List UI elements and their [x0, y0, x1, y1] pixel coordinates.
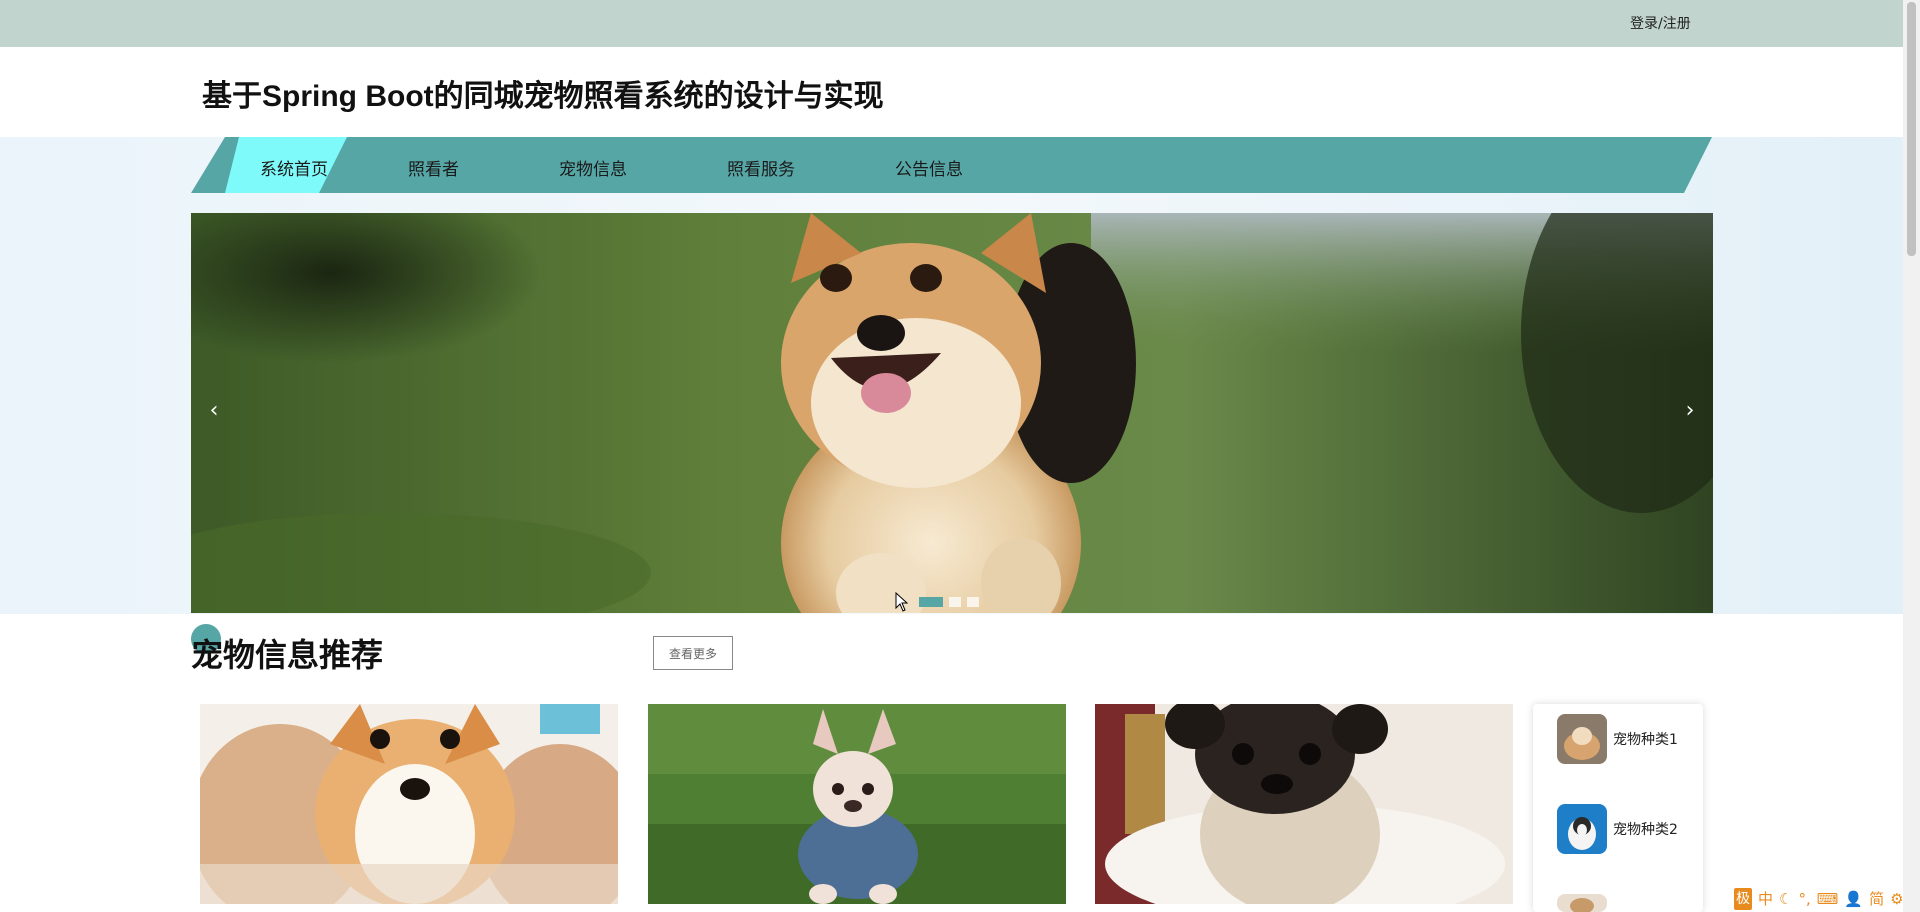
keyboard-icon[interactable]: ⌨	[1817, 888, 1839, 910]
category-3-thumbnail	[1557, 894, 1607, 912]
mouse-cursor-icon	[895, 592, 909, 612]
category-item-2[interactable]: 宠物种类2	[1557, 804, 1678, 854]
pet-card-2[interactable]	[648, 704, 1066, 904]
pet-card-1[interactable]	[200, 704, 618, 904]
top-utility-bar: 登录/注册	[0, 0, 1903, 47]
nav-item-caretakers[interactable]: 照看者	[408, 155, 459, 180]
category-1-thumbnail	[1557, 714, 1607, 764]
pet-category-panel: 宠物种类1 宠物种类2	[1533, 704, 1703, 912]
banner-dog-photo	[191, 213, 1713, 613]
view-more-button[interactable]: 查看更多	[653, 636, 733, 670]
category-1-label: 宠物种类1	[1613, 732, 1678, 748]
site-header: 基于Spring Boot的同城宠物照看系统的设计与实现	[0, 47, 1903, 137]
slider-dot-3[interactable]	[967, 597, 979, 607]
category-2-thumbnail	[1557, 804, 1607, 854]
pug-puppy-photo	[1095, 704, 1513, 904]
login-register-link[interactable]: 登录/注册	[1630, 13, 1691, 33]
punctuation-icon[interactable]: °,	[1798, 888, 1810, 910]
corgi-puppy-photo	[200, 704, 618, 904]
slider-dot-2[interactable]	[949, 597, 961, 607]
ime-language-toggle[interactable]: 中	[1758, 888, 1773, 910]
main-nav: 系统首页 照看者 宠物信息 照看服务 公告信息	[191, 137, 1712, 193]
ime-logo-icon[interactable]: 极	[1734, 888, 1752, 910]
nav-item-pet-info[interactable]: 宠物信息	[559, 155, 627, 180]
ime-toolbar: 极 中 ☾ °, ⌨ 👤 简 ⚙	[1734, 888, 1904, 910]
site-title: 基于Spring Boot的同城宠物照看系统的设计与实现	[202, 80, 884, 113]
slider-next-arrow[interactable]: ›	[1678, 398, 1702, 423]
french-bulldog-photo	[648, 704, 1066, 904]
slider-dot-1[interactable]	[919, 597, 943, 607]
section-title: 宠物信息推荐	[191, 636, 384, 674]
moon-icon[interactable]: ☾	[1779, 888, 1792, 910]
banner-slider[interactable]: ‹ ›	[191, 213, 1713, 613]
ime-mode-toggle[interactable]: 简	[1869, 888, 1884, 910]
page-scrollbar[interactable]	[1903, 0, 1920, 912]
slider-prev-arrow[interactable]: ‹	[202, 398, 226, 423]
category-item-3[interactable]	[1557, 894, 1613, 912]
category-item-1[interactable]: 宠物种类1	[1557, 714, 1678, 764]
scrollbar-thumb[interactable]	[1907, 2, 1916, 256]
user-icon[interactable]: 👤	[1844, 888, 1863, 910]
pet-card-3[interactable]	[1095, 704, 1513, 904]
nav-item-home[interactable]: 系统首页	[260, 155, 328, 180]
gear-icon[interactable]: ⚙	[1890, 888, 1903, 910]
category-2-label: 宠物种类2	[1613, 822, 1678, 838]
slider-dots	[919, 597, 979, 607]
nav-item-announcements[interactable]: 公告信息	[895, 155, 963, 180]
nav-item-care-services[interactable]: 照看服务	[727, 155, 795, 180]
